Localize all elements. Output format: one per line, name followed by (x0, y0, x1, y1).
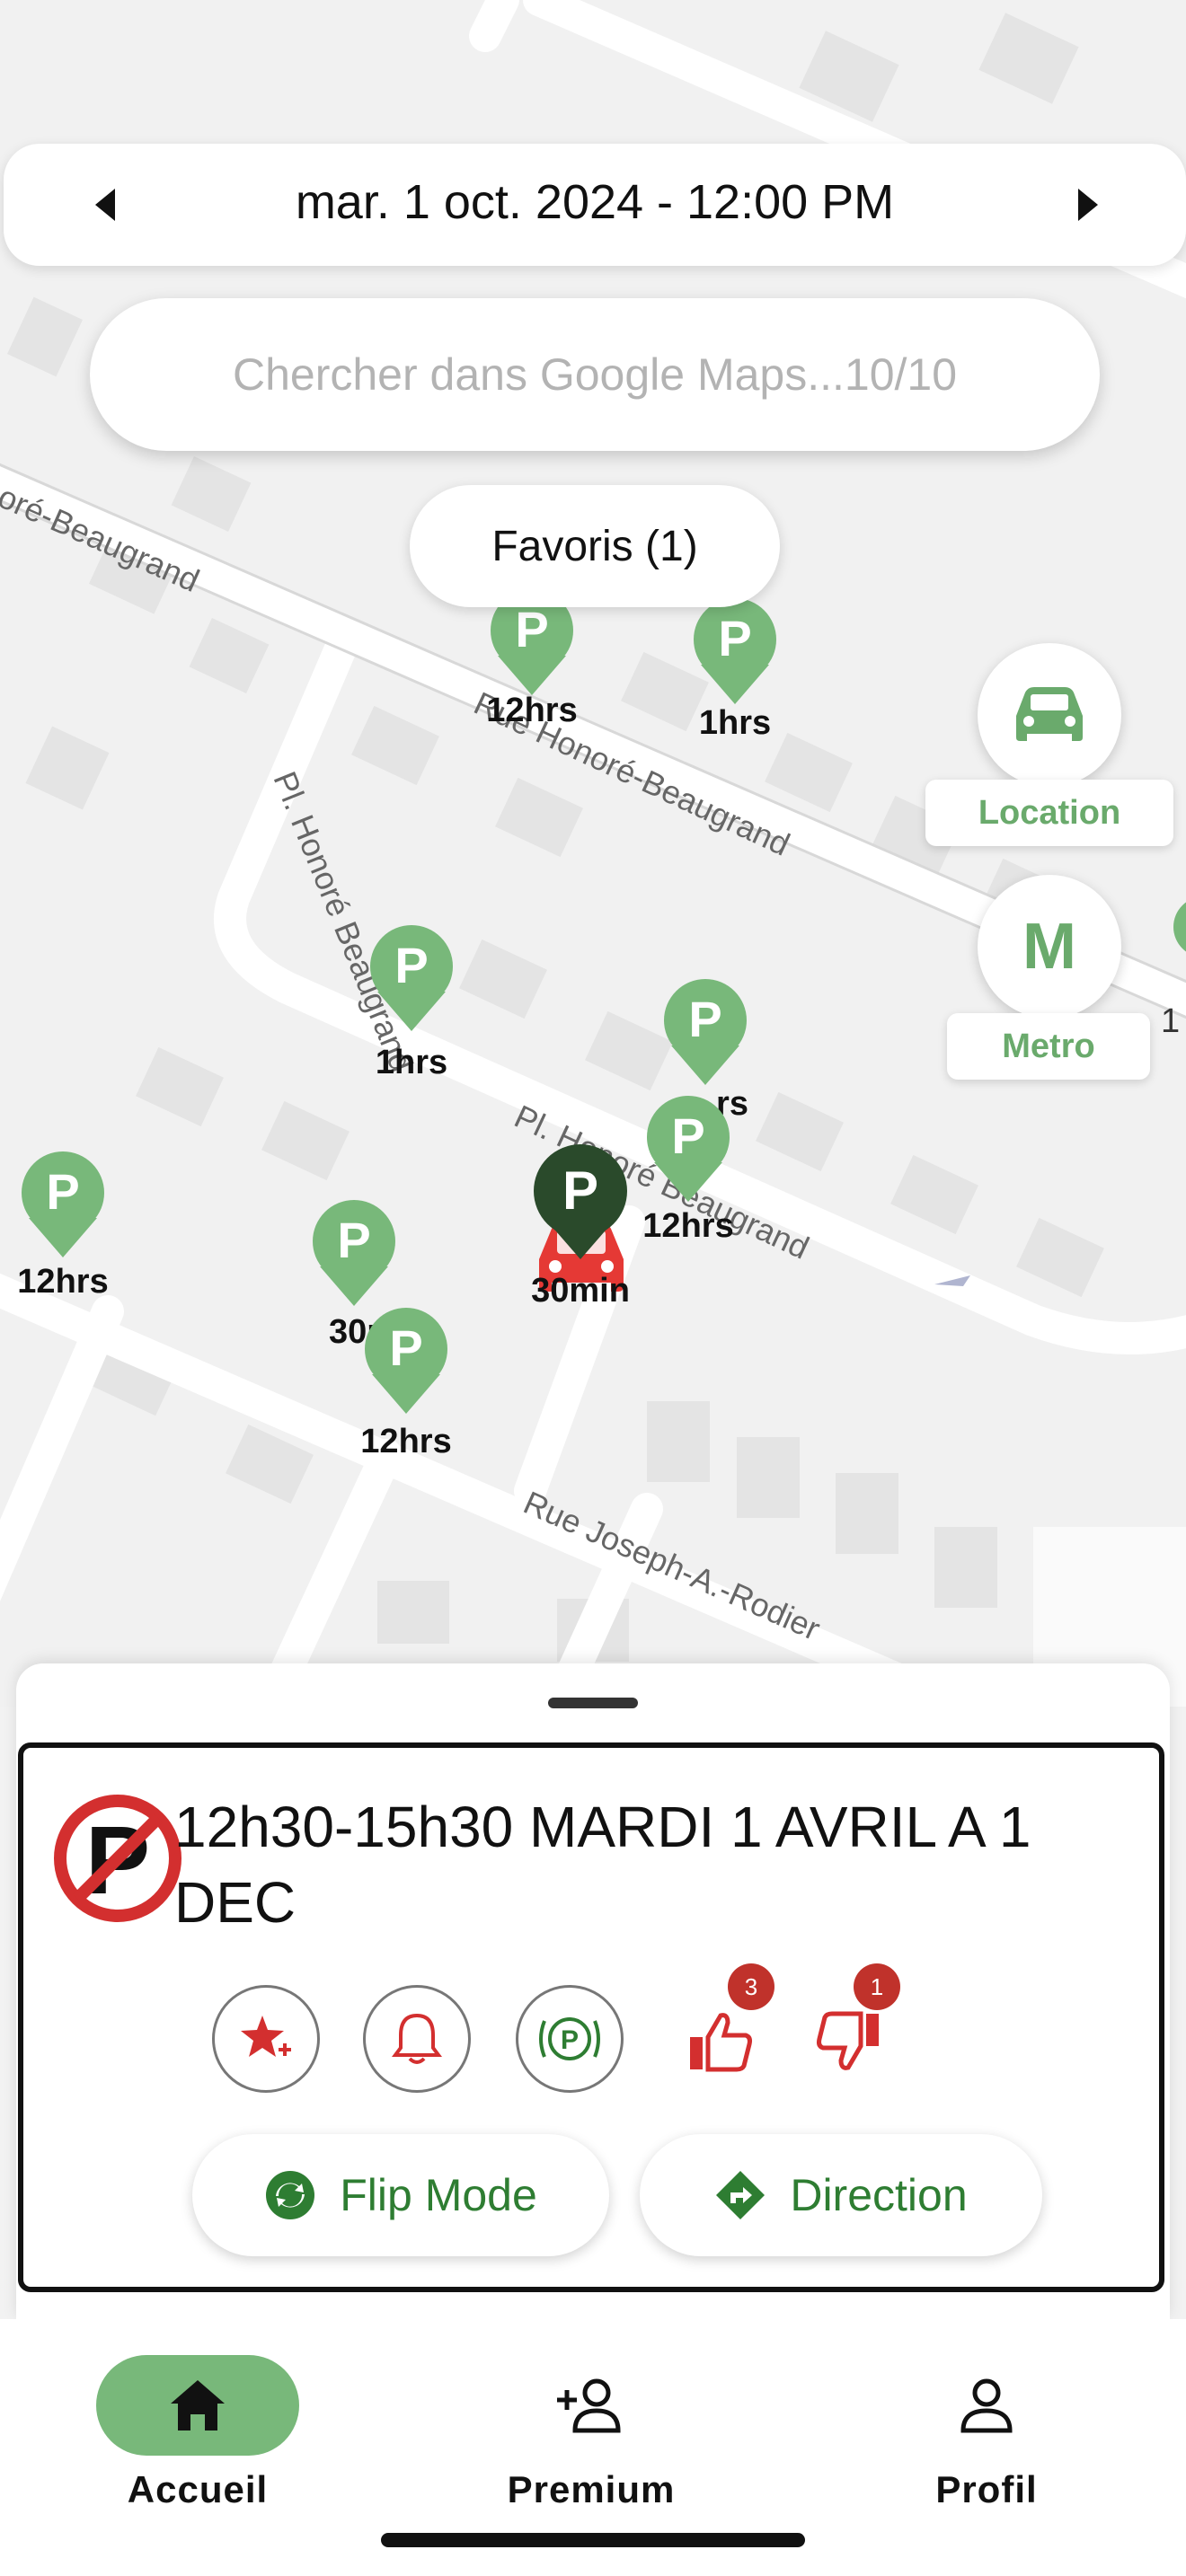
pin-label: 1 (1161, 1002, 1181, 1040)
pin-label: 12hrs (17, 1263, 109, 1301)
parking-pin[interactable]: P 12hrs (9, 1146, 117, 1301)
parking-pin-icon: P (647, 1096, 730, 1202)
parking-pin[interactable]: P 1hrs (358, 920, 465, 1081)
dislikes-count-badge: 1 (854, 1963, 900, 2010)
home-icon (171, 2380, 225, 2430)
caret-right-icon (1078, 189, 1098, 221)
svg-text:P: P (562, 1160, 598, 1221)
svg-text:P: P (671, 1107, 704, 1164)
nav-premium[interactable]: Premium (456, 2355, 726, 2511)
rule-title: 12h30-15h30 MARDI 1 AVRIL A 1 DEC (174, 1795, 1031, 1935)
sheet-drag-handle[interactable] (548, 1698, 638, 1708)
bell-icon (392, 2013, 442, 2064)
metro-icon: M (1022, 911, 1076, 983)
selected-parking-pin[interactable]: P 30min (527, 1144, 634, 1310)
parking-pin-icon: P (370, 925, 453, 1031)
pin-label: 12hrs (360, 1423, 452, 1460)
likes-count-badge: 3 (728, 1963, 774, 2010)
star-plus-icon (241, 2016, 291, 2057)
parking-pin-icon: P (664, 979, 747, 1085)
svg-text:P: P (46, 1163, 79, 1220)
search-input[interactable]: Chercher dans Google Maps...10/10 (90, 298, 1100, 451)
location-button[interactable] (978, 643, 1121, 787)
parking-pin[interactable]: P 12hrs (634, 1090, 742, 1245)
thumbs-up-icon[interactable] (688, 2010, 753, 2073)
parking-pin[interactable]: P 1hrs (681, 593, 789, 745)
metro-button[interactable]: M (978, 875, 1121, 1019)
nav-home-label: Accueil (127, 2468, 269, 2510)
add-favorite-button[interactable] (212, 1985, 320, 2093)
parking-pin-icon: P (365, 1308, 447, 1414)
home-indicator (381, 2533, 805, 2547)
svg-text:P: P (389, 1319, 422, 1376)
svg-text:P: P (718, 610, 751, 666)
directions-icon (716, 2171, 766, 2219)
svg-text:P: P (337, 1212, 370, 1268)
parking-pin[interactable]: P 12hrs (352, 1302, 460, 1460)
person-icon (960, 2378, 1013, 2433)
parking-pin-icon: P (22, 1151, 104, 1257)
parking-circle-icon: P (539, 2017, 600, 2060)
search-placeholder: Chercher dans Google Maps...10/10 (232, 349, 958, 400)
date-text[interactable]: mar. 1 oct. 2024 - 12:00 PM (4, 174, 1186, 230)
metro-label[interactable]: Metro (947, 1013, 1150, 1080)
next-date-button[interactable] (1062, 180, 1112, 230)
thumbs-down-icon[interactable] (816, 2010, 881, 2073)
flip-mode-button[interactable]: Flip Mode (192, 2134, 609, 2256)
pin-label: 12hrs (486, 692, 578, 729)
parking-button[interactable]: P (516, 1985, 624, 2093)
parking-pin-icon: P (313, 1200, 395, 1306)
nav-premium-label: Premium (507, 2468, 676, 2510)
location-label[interactable]: Location (925, 780, 1173, 846)
car-icon (1016, 687, 1083, 741)
svg-text:P: P (394, 937, 428, 993)
svg-text:P: P (688, 991, 721, 1047)
nav-home[interactable]: Accueil (63, 2355, 332, 2511)
pin-label: 1hrs (375, 1044, 448, 1081)
direction-label: Direction (790, 2170, 968, 2220)
no-parking-icon: P (54, 1795, 181, 1922)
svg-text:P: P (561, 2025, 579, 2055)
home-active-pill (96, 2355, 299, 2456)
date-selector: mar. 1 oct. 2024 - 12:00 PM (4, 144, 1186, 266)
pin-label: 30min (531, 1272, 630, 1310)
parking-pin-icon (1173, 902, 1186, 952)
svg-text:P: P (515, 601, 548, 657)
nav-profile-label: Profil (935, 2468, 1038, 2510)
parking-pin-icon: P (534, 1144, 627, 1259)
pin-label: 1hrs (698, 704, 772, 742)
direction-button[interactable]: Direction (640, 2134, 1042, 2256)
nav-profile[interactable]: Profil (852, 2355, 1121, 2511)
favorites-label: Favoris (1) (491, 522, 698, 570)
parking-pin-icon: P (694, 598, 776, 704)
flip-mode-label: Flip Mode (340, 2170, 537, 2220)
alarm-button[interactable] (363, 1985, 471, 2093)
favorites-button[interactable]: Favoris (1) (410, 485, 780, 607)
add-person-icon (557, 2378, 621, 2433)
sync-icon (266, 2171, 315, 2219)
